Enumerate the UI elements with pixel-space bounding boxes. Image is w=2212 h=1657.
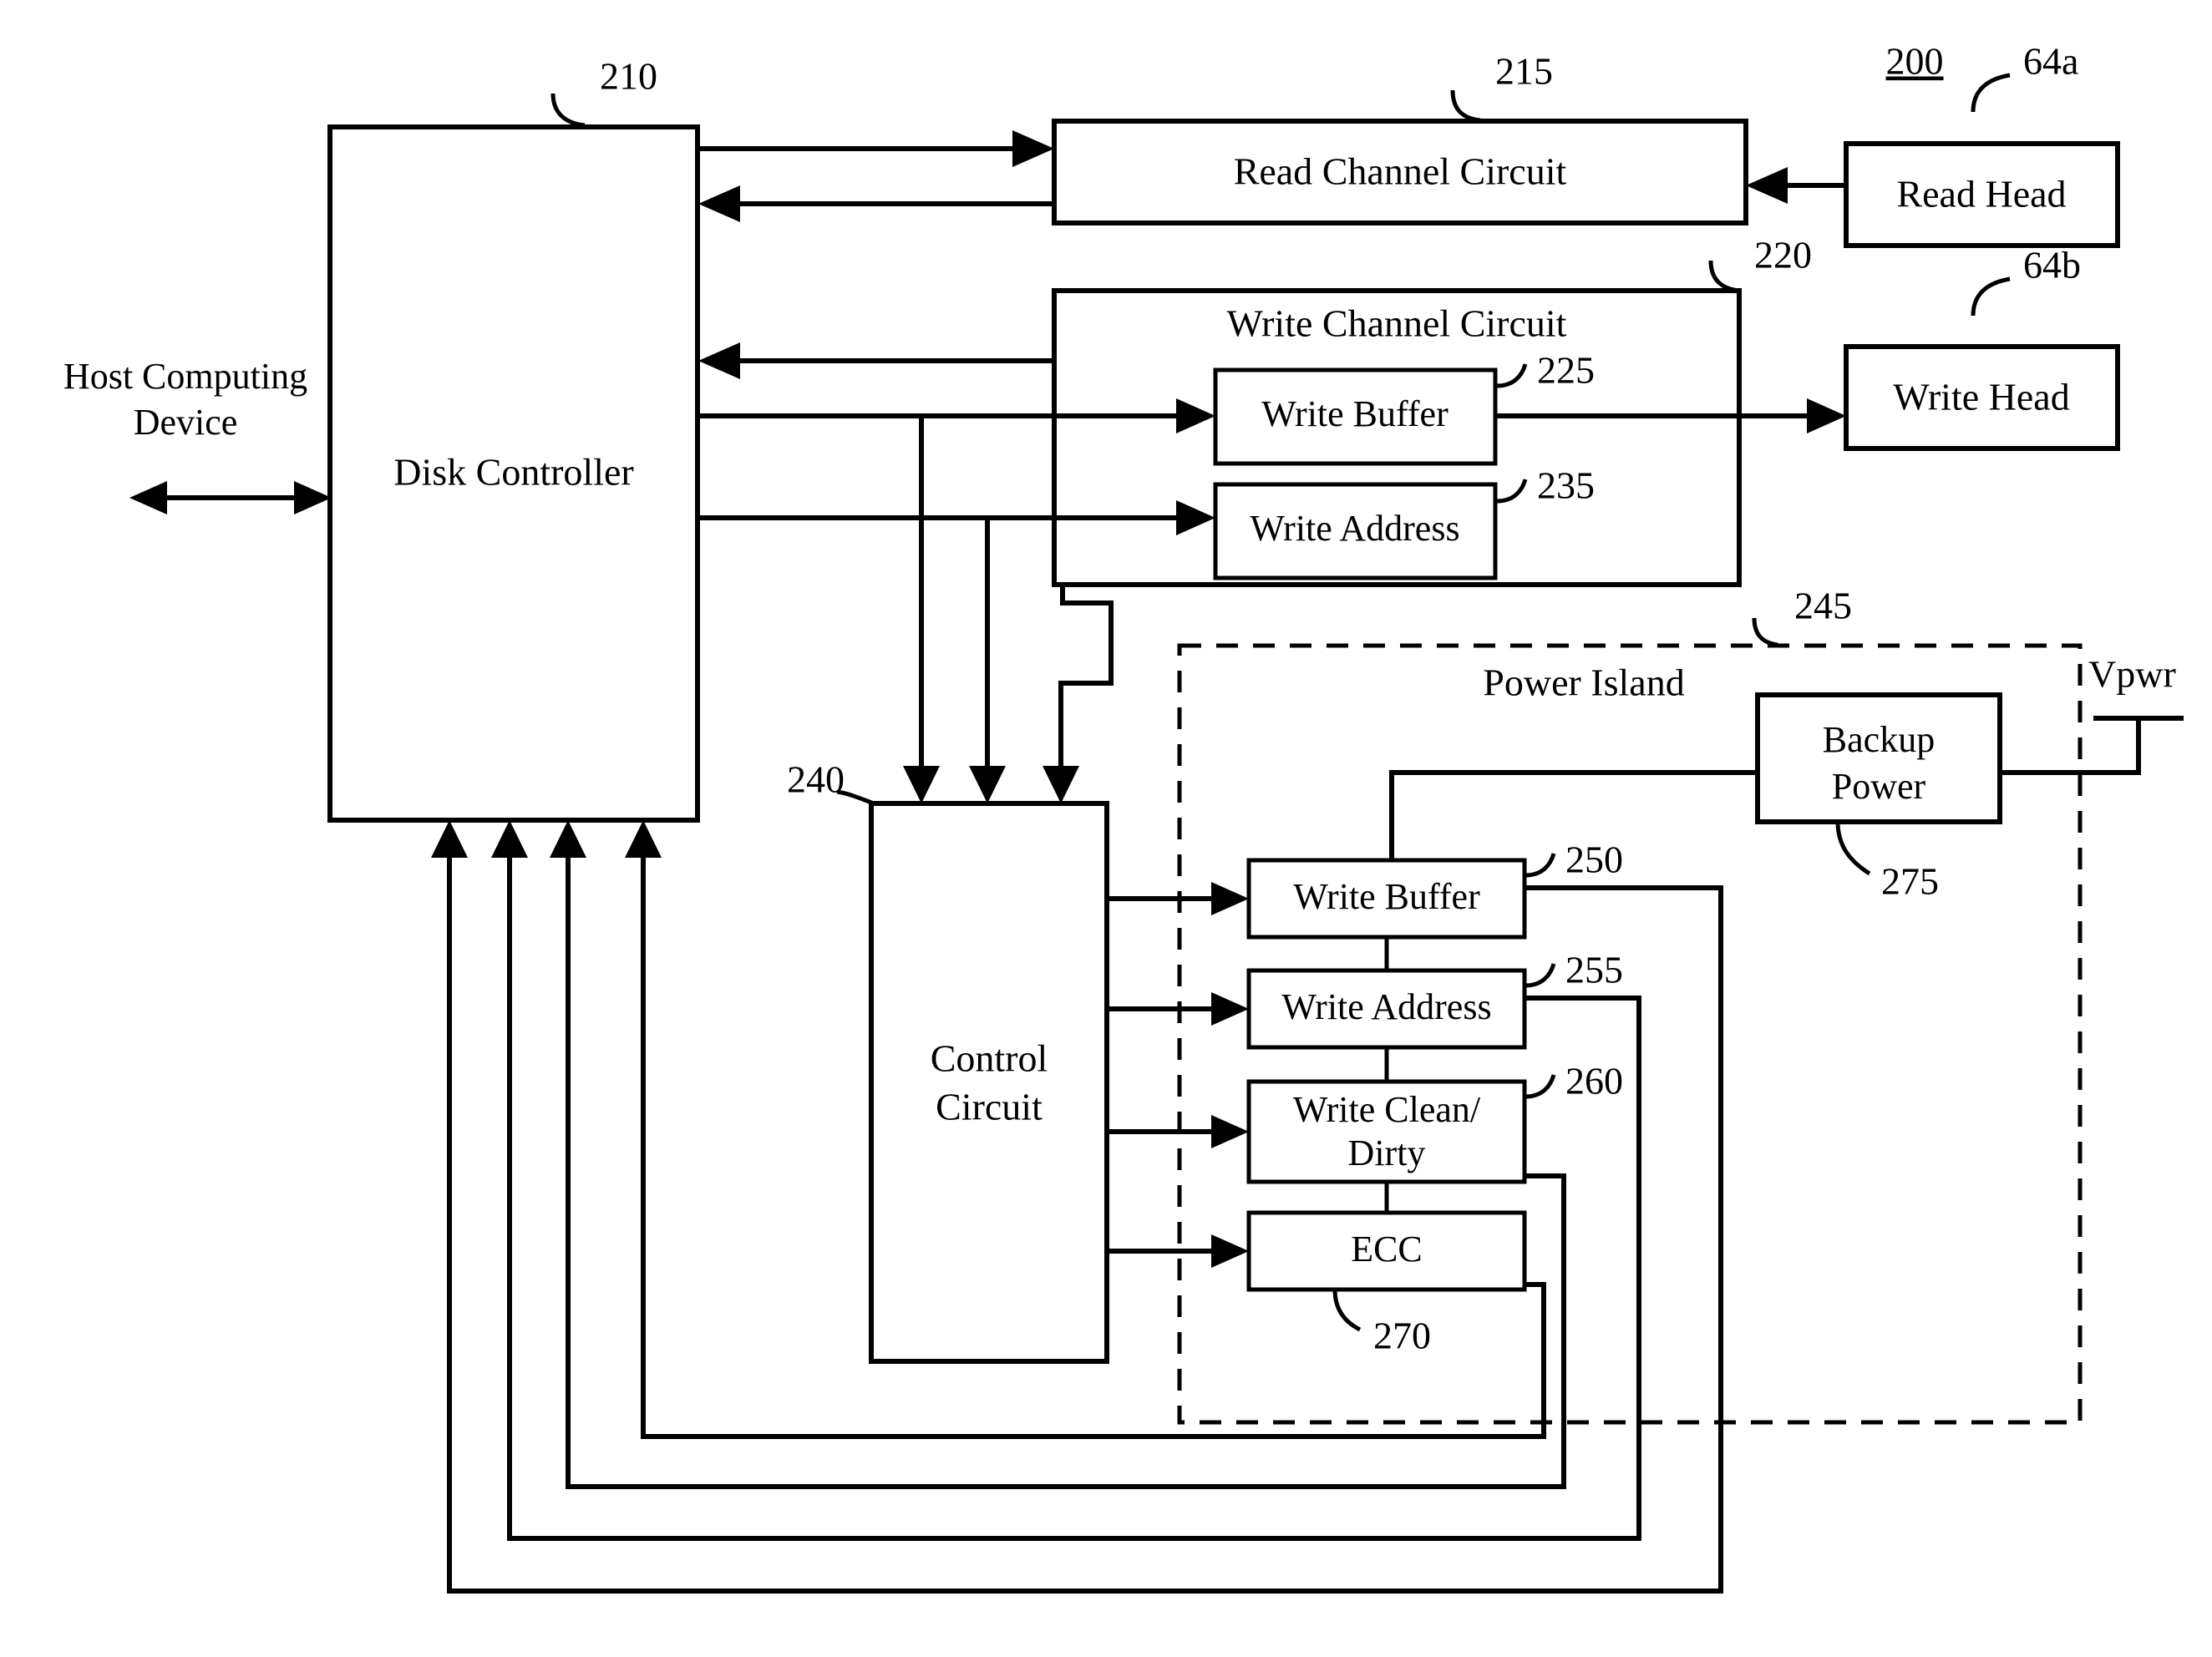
cc-to-wa-pi-arrow-icon xyxy=(1211,992,1249,1026)
ref-255: 255 xyxy=(1565,949,1623,991)
ref-64a: 64a xyxy=(2023,40,2078,83)
ref-275: 275 xyxy=(1881,860,1939,903)
backup-power-label-line2: Power xyxy=(1832,766,1926,807)
block-diagram-svg: 200 Disk Controller 210 Host Computing D… xyxy=(63,40,2184,1594)
cc-to-wcd-arrow-icon xyxy=(1211,1115,1249,1148)
ref-64b: 64b xyxy=(2023,244,2081,286)
ref-240: 240 xyxy=(787,758,845,801)
figure-number-200: 200 xyxy=(1886,40,1944,83)
write-clean-dirty-label-line1: Write Clean/ xyxy=(1293,1089,1481,1130)
backup-power-label-line1: Backup xyxy=(1823,719,1935,760)
backup-power-to-vpwr-line xyxy=(2000,721,2141,775)
leader-64a xyxy=(1971,73,2011,113)
wa-pi-feedback-arrow-icon xyxy=(491,820,528,858)
wcc-to-cc-arrow-icon xyxy=(1043,766,1079,803)
write-buffer-wc-label: Write Buffer xyxy=(1261,393,1448,434)
leader-215 xyxy=(1450,89,1481,123)
host-arrow-left-icon xyxy=(129,481,167,514)
control-circuit-label-line2: Circuit xyxy=(936,1086,1043,1128)
write-address-wc-label: Write Address xyxy=(1250,508,1459,549)
ecc-label: ECC xyxy=(1351,1229,1423,1269)
host-label-line2: Device xyxy=(134,402,238,443)
wb-wc-to-writehead-arrow-icon xyxy=(1807,398,1846,433)
control-circuit-box[interactable] xyxy=(869,801,1109,1364)
ref-250: 250 xyxy=(1565,839,1623,881)
wb-pi-feedback-arrow-icon xyxy=(431,820,468,858)
read-channel-circuit-label: Read Channel Circuit xyxy=(1234,150,1567,193)
wcc-to-dc-arrow-icon xyxy=(698,342,740,379)
ref-215: 215 xyxy=(1495,50,1553,93)
write-address-pi-label: Write Address xyxy=(1281,986,1491,1027)
power-island-label: Power Island xyxy=(1483,661,1684,704)
control-circuit-label-line1: Control xyxy=(931,1037,1048,1080)
leader-270 xyxy=(1332,1289,1362,1332)
write-clean-dirty-label-line2: Dirty xyxy=(1348,1133,1426,1173)
write-head-label: Write Head xyxy=(1893,376,2069,418)
read-head-label: Read Head xyxy=(1896,173,2066,215)
ref-225: 225 xyxy=(1537,349,1595,392)
leader-275 xyxy=(1835,821,1871,876)
leader-250 xyxy=(1525,853,1556,878)
ref-220: 220 xyxy=(1754,234,1812,276)
leader-245 xyxy=(1752,617,1778,647)
vpwr-label: Vpwr xyxy=(2088,653,2176,696)
write-buffer-pi-label: Write Buffer xyxy=(1293,876,1480,917)
host-arrow-right-icon xyxy=(294,481,332,514)
dc-to-cc-arrow-2-icon xyxy=(969,766,1006,803)
cc-to-wb-pi-arrow-icon xyxy=(1211,882,1249,915)
ref-270: 270 xyxy=(1373,1315,1431,1357)
wcd-feedback-arrow-icon xyxy=(550,820,586,858)
wcc-to-cc-stepped-wire xyxy=(1058,585,1114,785)
leader-260 xyxy=(1525,1074,1556,1099)
leader-210 xyxy=(550,93,586,128)
write-channel-circuit-label: Write Channel Circuit xyxy=(1227,302,1567,345)
leader-64b xyxy=(1971,276,2011,317)
dc-to-cc-arrow-1-icon xyxy=(903,766,940,803)
patent-figure-canvas: 200 Disk Controller 210 Host Computing D… xyxy=(0,0,2212,1657)
cc-to-ecc-arrow-icon xyxy=(1211,1234,1249,1268)
rcc-to-dc-arrow-icon xyxy=(698,185,740,222)
ref-245: 245 xyxy=(1794,585,1852,627)
leader-255 xyxy=(1525,963,1556,988)
dc-to-rcc-arrow-icon xyxy=(1012,130,1054,167)
ref-260: 260 xyxy=(1565,1060,1623,1102)
host-label-line1: Host Computing xyxy=(63,356,307,397)
disk-controller-label: Disk Controller xyxy=(393,451,633,494)
ecc-feedback-arrow-icon xyxy=(625,820,662,858)
ref-235: 235 xyxy=(1537,464,1595,507)
ref-210: 210 xyxy=(600,55,657,98)
readhead-to-rcc-arrow-icon xyxy=(1746,167,1788,204)
leader-220 xyxy=(1708,260,1740,293)
